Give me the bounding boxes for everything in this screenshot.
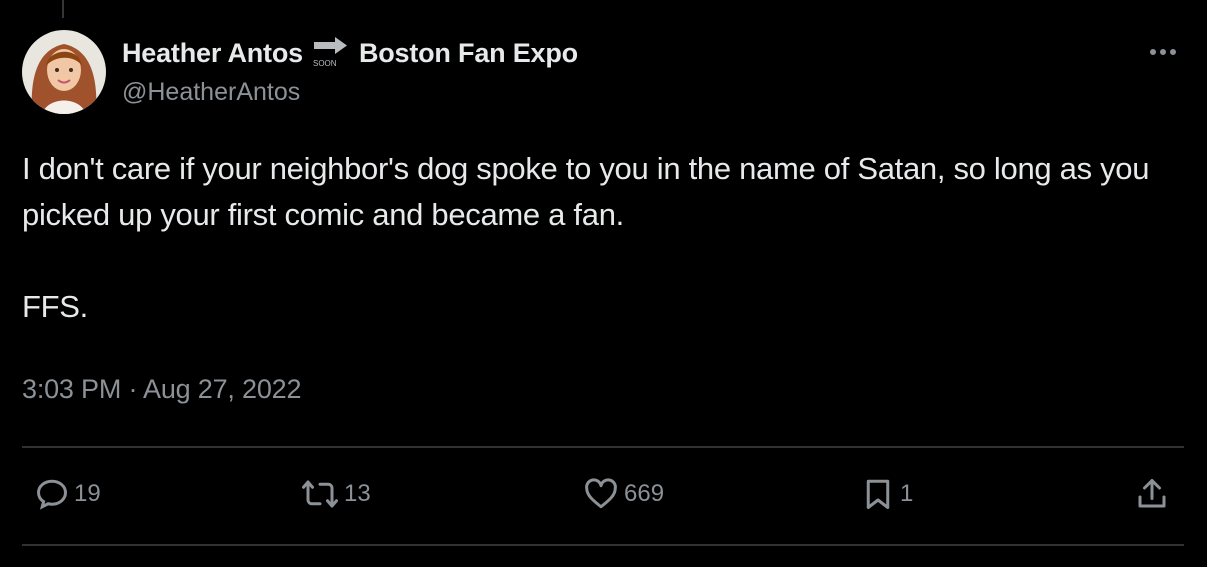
reply-button[interactable]: 19 bbox=[34, 474, 101, 514]
thread-connector-line bbox=[62, 0, 64, 18]
avatar-image bbox=[22, 30, 106, 114]
bookmark-count: 1 bbox=[900, 480, 914, 507]
like-count: 669 bbox=[624, 480, 665, 507]
arrow-right-icon: SOON bbox=[311, 36, 353, 70]
tweet-text: I don't care if your neighbor's dog spok… bbox=[22, 146, 1187, 330]
arrow-badge-text: SOON bbox=[313, 59, 337, 68]
author-name-row: Heather Antos SOON Boston Fan Expo bbox=[122, 36, 578, 70]
author-display-name-suffix[interactable]: Boston Fan Expo bbox=[359, 38, 578, 69]
share-icon bbox=[1134, 476, 1170, 512]
retweet-button[interactable]: 13 bbox=[300, 474, 371, 514]
retweet-icon bbox=[300, 476, 340, 512]
bookmark-icon bbox=[860, 476, 896, 512]
more-icon[interactable] bbox=[1145, 42, 1181, 62]
avatar[interactable] bbox=[22, 30, 106, 114]
tweet-paragraph: FFS. bbox=[22, 289, 88, 324]
tweet-paragraph: I don't care if your neighbor's dog spok… bbox=[22, 151, 1150, 232]
bookmark-button[interactable]: 1 bbox=[860, 474, 913, 514]
tweet-timestamp[interactable]: 3:03 PM · Aug 27, 2022 bbox=[22, 374, 302, 405]
divider bbox=[22, 446, 1184, 448]
author-handle[interactable]: @HeatherAntos bbox=[122, 78, 300, 107]
retweet-count: 13 bbox=[344, 480, 371, 507]
like-button[interactable]: 669 bbox=[582, 474, 664, 514]
reply-count: 19 bbox=[74, 480, 101, 507]
divider bbox=[22, 544, 1184, 546]
heart-icon bbox=[582, 476, 620, 512]
author-display-name[interactable]: Heather Antos bbox=[122, 38, 303, 69]
share-button[interactable] bbox=[1134, 474, 1170, 514]
reply-icon bbox=[34, 476, 70, 512]
